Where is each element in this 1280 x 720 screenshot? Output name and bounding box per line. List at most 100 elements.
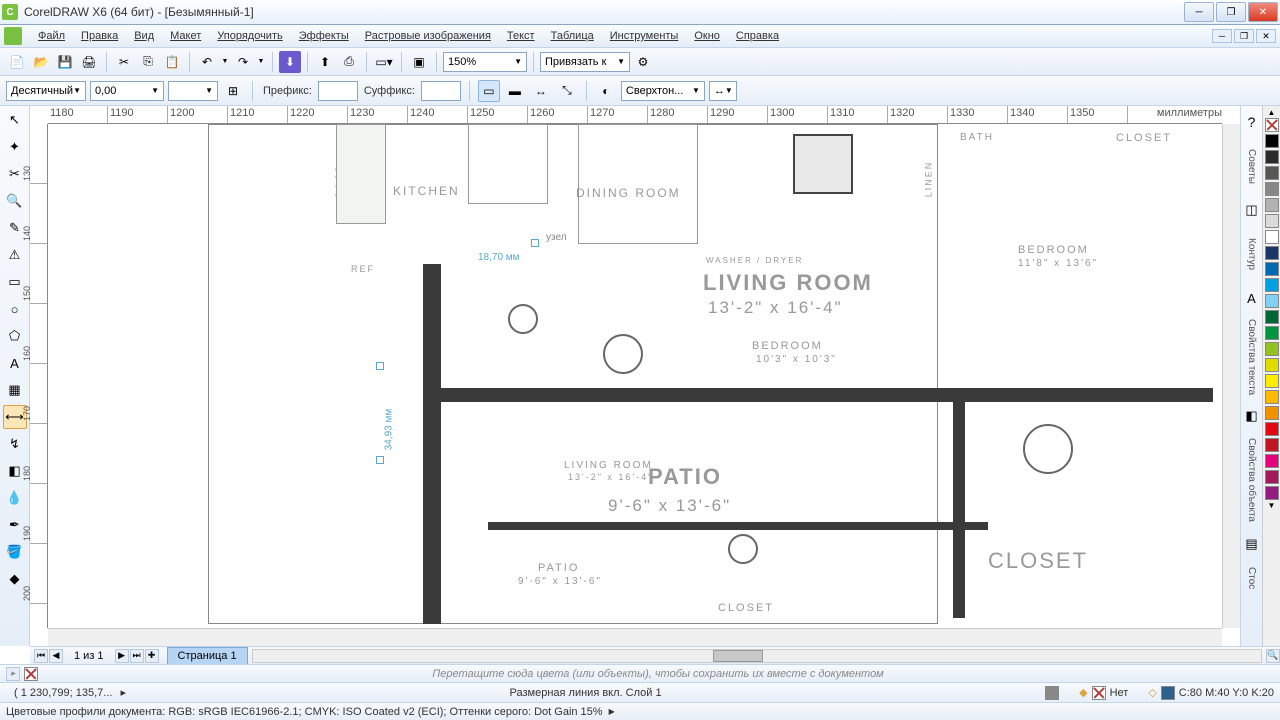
fraction-combo[interactable]: ▼ bbox=[168, 81, 218, 101]
docker-obj-props[interactable]: Свойства объекта bbox=[1243, 430, 1261, 530]
page-next-button[interactable]: ▶ bbox=[115, 649, 129, 663]
maximize-button[interactable]: ❐ bbox=[1216, 2, 1246, 22]
color-swatch[interactable] bbox=[1265, 198, 1279, 212]
options-button[interactable]: ⚙ bbox=[632, 51, 654, 73]
page-tab[interactable]: Страница 1 bbox=[167, 647, 248, 665]
pick-tool[interactable]: ↖ bbox=[3, 108, 27, 132]
close-button[interactable]: ✕ bbox=[1248, 2, 1278, 22]
doc-color-none[interactable] bbox=[24, 667, 38, 681]
fill-tool[interactable]: 🪣 bbox=[3, 540, 27, 564]
color-swatch[interactable] bbox=[1265, 454, 1279, 468]
polygon-tool[interactable]: ⬠ bbox=[3, 324, 27, 348]
palette-up-icon[interactable]: ▲ bbox=[1263, 108, 1280, 117]
palette-down-icon[interactable]: ▼ bbox=[1263, 501, 1280, 510]
copy-button[interactable]: ⎘ bbox=[137, 51, 159, 73]
color-swatch[interactable] bbox=[1265, 342, 1279, 356]
units-combo[interactable]: Десятичный▼ bbox=[6, 81, 86, 101]
zoom-tool[interactable]: 🔍 bbox=[3, 189, 27, 213]
precision-combo[interactable]: 0,00▼ bbox=[90, 81, 164, 101]
color-swatch[interactable] bbox=[1265, 134, 1279, 148]
minimize-button[interactable]: ─ bbox=[1184, 2, 1214, 22]
tray-icon[interactable]: ▤ bbox=[1240, 532, 1264, 556]
open-button[interactable]: 📂 bbox=[30, 51, 52, 73]
color-swatch[interactable] bbox=[1265, 486, 1279, 500]
text-props-icon[interactable]: A bbox=[1240, 286, 1264, 310]
page-add-button[interactable]: ✚ bbox=[145, 649, 159, 663]
dim-style3-button[interactable]: ↔ bbox=[530, 80, 552, 102]
menu-effects[interactable]: Эффекты bbox=[291, 27, 357, 45]
welcome-button[interactable]: ▣ bbox=[408, 51, 430, 73]
menu-help[interactable]: Справка bbox=[728, 27, 787, 45]
import-button[interactable]: ⬇ bbox=[279, 51, 301, 73]
new-button[interactable]: 📄 bbox=[6, 51, 28, 73]
overlap-combo[interactable]: Сверхтон...▼ bbox=[621, 81, 705, 101]
menu-window[interactable]: Окно bbox=[686, 27, 728, 45]
publish-button[interactable]: ⎙ bbox=[338, 51, 360, 73]
mdi-close-button[interactable]: ✕ bbox=[1256, 29, 1276, 43]
app-menu-icon[interactable] bbox=[4, 27, 22, 45]
export-button[interactable]: ⬆ bbox=[314, 51, 336, 73]
color-swatch[interactable] bbox=[1265, 406, 1279, 420]
undo-button[interactable]: ↶ bbox=[196, 51, 218, 73]
color-swatch[interactable] bbox=[1265, 310, 1279, 324]
color-swatch[interactable] bbox=[1265, 214, 1279, 228]
color-swatch[interactable] bbox=[1265, 246, 1279, 260]
page-prev-button[interactable]: ◀ bbox=[49, 649, 63, 663]
zoom-combo[interactable]: 150%▼ bbox=[443, 52, 527, 72]
dim-style4-button[interactable]: ⤡ bbox=[556, 80, 578, 102]
docker-text-props[interactable]: Свойства текста bbox=[1243, 312, 1261, 402]
snap-combo[interactable]: Привязать к▼ bbox=[540, 52, 630, 72]
undo-dropdown[interactable]: ▼ bbox=[220, 51, 230, 73]
shape-tool[interactable]: ✦ bbox=[3, 135, 27, 159]
color-proof-icon[interactable] bbox=[1045, 686, 1059, 700]
drawing-canvas[interactable]: KITCHEN DINING ROOM LIVING ROOM 13'-2" x… bbox=[48, 124, 1222, 628]
color-swatch[interactable] bbox=[1265, 150, 1279, 164]
vertical-ruler[interactable]: 130140 150160 170180 190200 bbox=[30, 124, 48, 628]
menu-text[interactable]: Текст bbox=[499, 27, 543, 45]
vertical-scrollbar[interactable] bbox=[1222, 124, 1240, 628]
hints-icon[interactable]: ? bbox=[1240, 110, 1264, 134]
color-swatch[interactable] bbox=[1265, 422, 1279, 436]
save-button[interactable]: 💾 bbox=[54, 51, 76, 73]
dim-units-button[interactable]: ⊞ bbox=[222, 80, 244, 102]
mdi-minimize-button[interactable]: ─ bbox=[1212, 29, 1232, 43]
menu-arrange[interactable]: Упорядочить bbox=[209, 27, 290, 45]
docker-tray[interactable]: Стос bbox=[1243, 558, 1261, 598]
profile-expand-icon[interactable]: ▶ bbox=[609, 707, 615, 716]
table-tool[interactable]: ▦ bbox=[3, 378, 27, 402]
prefix-input[interactable] bbox=[318, 81, 358, 101]
redo-button[interactable]: ↷ bbox=[232, 51, 254, 73]
menu-view[interactable]: Вид bbox=[126, 27, 162, 45]
menu-tools[interactable]: Инструменты bbox=[602, 27, 687, 45]
eyedropper-tool[interactable]: 💧 bbox=[3, 486, 27, 510]
menu-edit[interactable]: Правка bbox=[73, 27, 126, 45]
page-last-button[interactable]: ⏭ bbox=[130, 649, 144, 663]
outline-docker-icon[interactable]: ◫ bbox=[1240, 198, 1264, 222]
page-first-button[interactable]: ⏮ bbox=[34, 649, 48, 663]
color-swatch[interactable] bbox=[1265, 294, 1279, 308]
color-swatch[interactable] bbox=[1265, 262, 1279, 276]
color-swatch[interactable] bbox=[1265, 230, 1279, 244]
color-none[interactable] bbox=[1265, 118, 1279, 132]
color-swatch[interactable] bbox=[1265, 470, 1279, 484]
fill-swatch[interactable] bbox=[1092, 686, 1106, 700]
print-button[interactable]: 🖨 bbox=[78, 51, 100, 73]
connector-tool[interactable]: ↯ bbox=[3, 432, 27, 456]
suffix-input[interactable] bbox=[421, 81, 461, 101]
horizontal-ruler[interactable]: 11801190 12001210 12201230 12401250 1260… bbox=[48, 106, 1222, 124]
palette-menu-button[interactable]: ▸ bbox=[6, 667, 20, 681]
cut-button[interactable]: ✂ bbox=[113, 51, 135, 73]
color-swatch[interactable] bbox=[1265, 326, 1279, 340]
color-swatch[interactable] bbox=[1265, 182, 1279, 196]
color-swatch[interactable] bbox=[1265, 358, 1279, 372]
zoom-page-button[interactable]: 🔍 bbox=[1266, 649, 1280, 663]
menu-table[interactable]: Таблица bbox=[543, 27, 602, 45]
paste-button[interactable]: 📋 bbox=[161, 51, 183, 73]
artistic-tool[interactable]: ⚠ bbox=[3, 243, 27, 267]
docker-outline[interactable]: Контур bbox=[1243, 224, 1261, 284]
dim-style2-button[interactable]: ▬ bbox=[504, 80, 526, 102]
menu-file[interactable]: Файл bbox=[30, 27, 73, 45]
leader-icon[interactable]: ◐ bbox=[595, 80, 617, 102]
color-swatch[interactable] bbox=[1265, 166, 1279, 180]
outline-swatch[interactable] bbox=[1161, 686, 1175, 700]
